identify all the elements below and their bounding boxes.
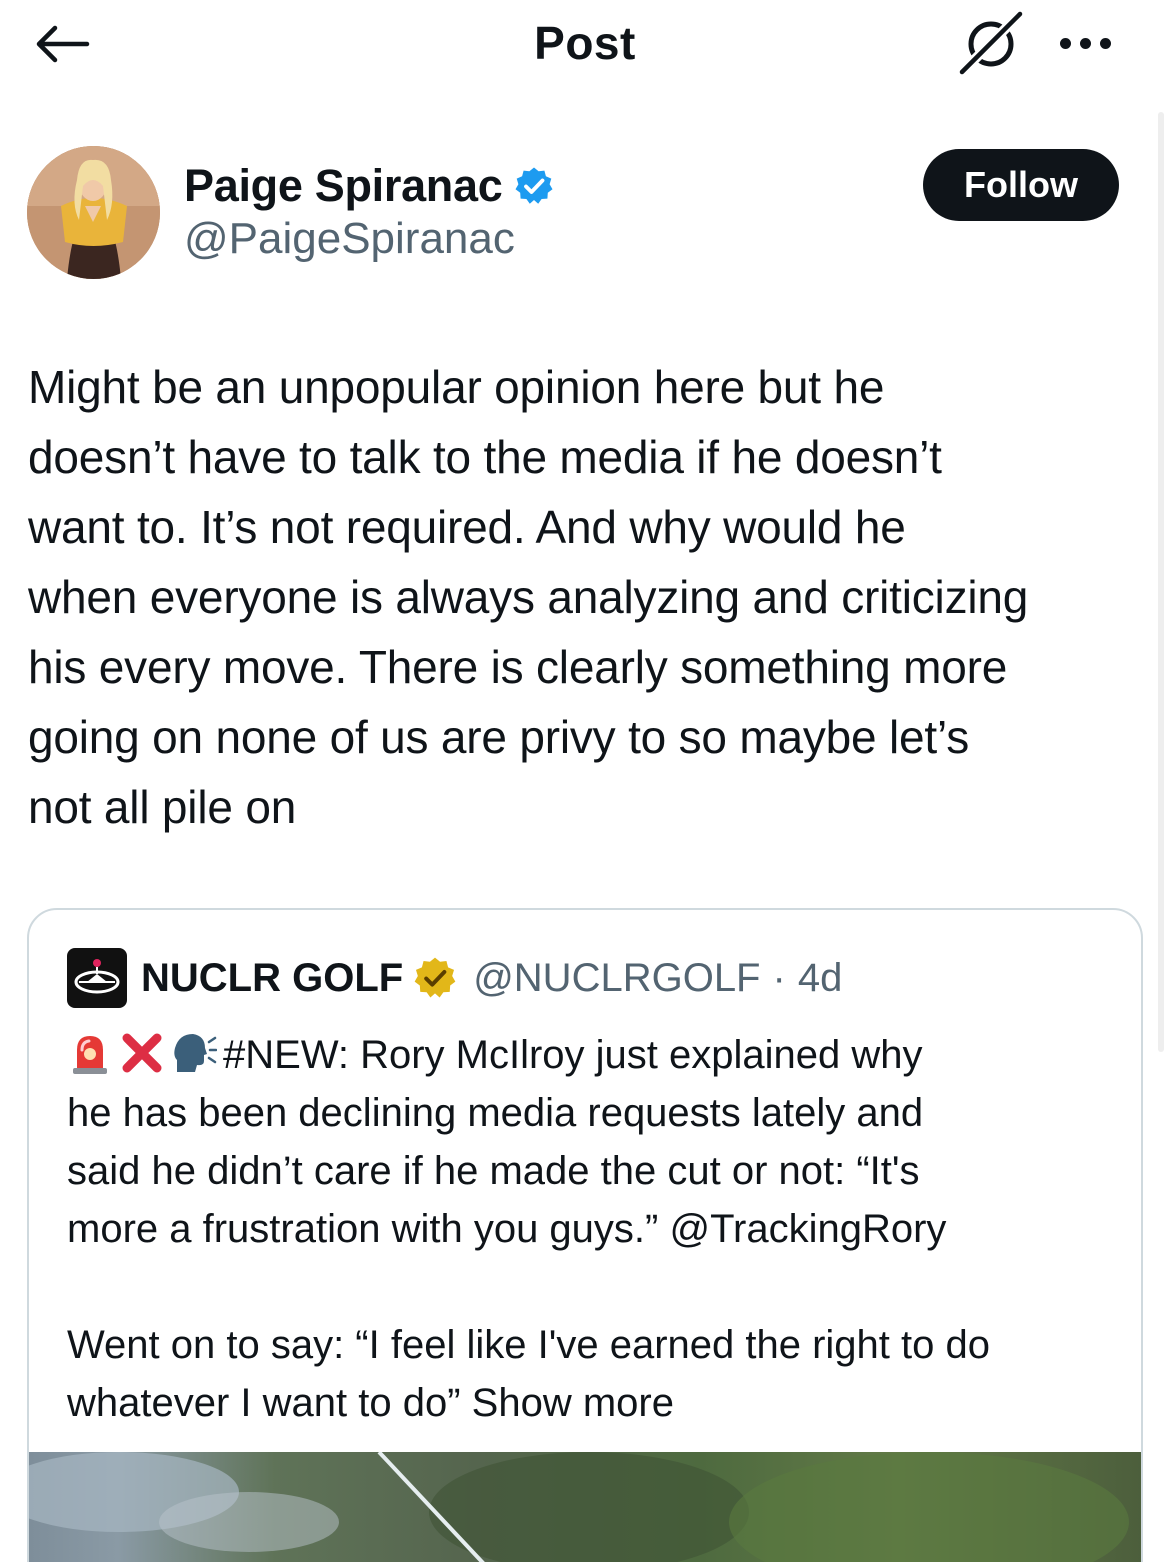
cross-mark-icon	[122, 1033, 162, 1073]
nuclr-logo-icon	[74, 959, 120, 994]
quoted-text-line: whatever I want to do” Show more	[67, 1374, 1127, 1432]
top-bar: Post	[0, 0, 1170, 90]
post-text: Might be an unpopular opinion here but h…	[28, 352, 1153, 842]
author-name-row[interactable]: Paige Spiranac	[184, 160, 554, 212]
quoted-post-header: NUCLR GOLF @NUCLRGOLF · 4d	[67, 948, 842, 1008]
post-text-line: doesn’t have to talk to the media if he …	[28, 431, 942, 483]
post-text-line: when everyone is always analyzing and cr…	[28, 571, 1029, 623]
post-text-line: going on none of us are privy to so mayb…	[28, 711, 969, 763]
post-text-line: Might be an unpopular opinion here but h…	[28, 361, 885, 413]
verified-badge-icon	[515, 167, 553, 204]
ellipsis-icon	[1059, 37, 1111, 49]
quoted-text-line: more a frustration with you guys.” @Trac…	[67, 1207, 947, 1251]
post-text-line: not all pile on	[28, 781, 297, 833]
scrollbar[interactable]	[1158, 112, 1164, 1052]
avatar[interactable]	[27, 146, 160, 279]
post-detail-screen: Post Paige Spiranac @PaigeSpiranac Follo…	[0, 0, 1170, 1562]
quoted-text-line: #NEW: Rory McIlroy just explained why	[67, 1026, 1127, 1084]
speaking-head-icon	[174, 1034, 217, 1072]
post-text-line: want to. It’s not required. And why woul…	[28, 501, 906, 553]
quoted-author-name: NUCLR GOLF	[141, 955, 404, 1000]
quoted-post[interactable]: NUCLR GOLF @NUCLRGOLF · 4d #NEW: Rory Mc…	[27, 908, 1143, 1562]
grok-button[interactable]	[955, 10, 1027, 76]
author-handle[interactable]: @PaigeSpiranac	[184, 214, 515, 264]
quoted-text-line-5: whatever I want to do”	[67, 1381, 461, 1425]
separator-dot: ·	[772, 955, 786, 1000]
more-options-button[interactable]	[1052, 20, 1118, 66]
quoted-text-line: Went on to say: “I feel like I've earned…	[67, 1323, 990, 1367]
quoted-text-line: said he didn’t care if he made the cut o…	[67, 1149, 920, 1193]
gold-verified-badge-icon	[414, 957, 456, 998]
quoted-post-media[interactable]	[29, 1452, 1141, 1562]
media-thumbnail-image	[29, 1452, 1129, 1562]
show-more-link[interactable]: Show more	[472, 1381, 674, 1425]
nuclr-golf-logo[interactable]	[67, 948, 127, 1008]
profile-photo	[27, 146, 160, 279]
post-text-line: his every move. There is clearly somethi…	[28, 641, 1008, 693]
quoted-post-time: 4d	[797, 955, 843, 1000]
quoted-text-line-0: #NEW: Rory McIlroy just explained why	[223, 1033, 923, 1077]
quoted-text-line: he has been declining media requests lat…	[67, 1091, 924, 1135]
quoted-author-handle: @NUCLRGOLF	[473, 955, 761, 1000]
follow-button[interactable]: Follow	[923, 149, 1119, 221]
grok-icon	[957, 10, 1025, 76]
author-name[interactable]: Paige Spiranac	[184, 160, 503, 212]
police-light-icon	[73, 1036, 107, 1074]
quoted-post-text: #NEW: Rory McIlroy just explained why he…	[67, 1026, 1127, 1432]
